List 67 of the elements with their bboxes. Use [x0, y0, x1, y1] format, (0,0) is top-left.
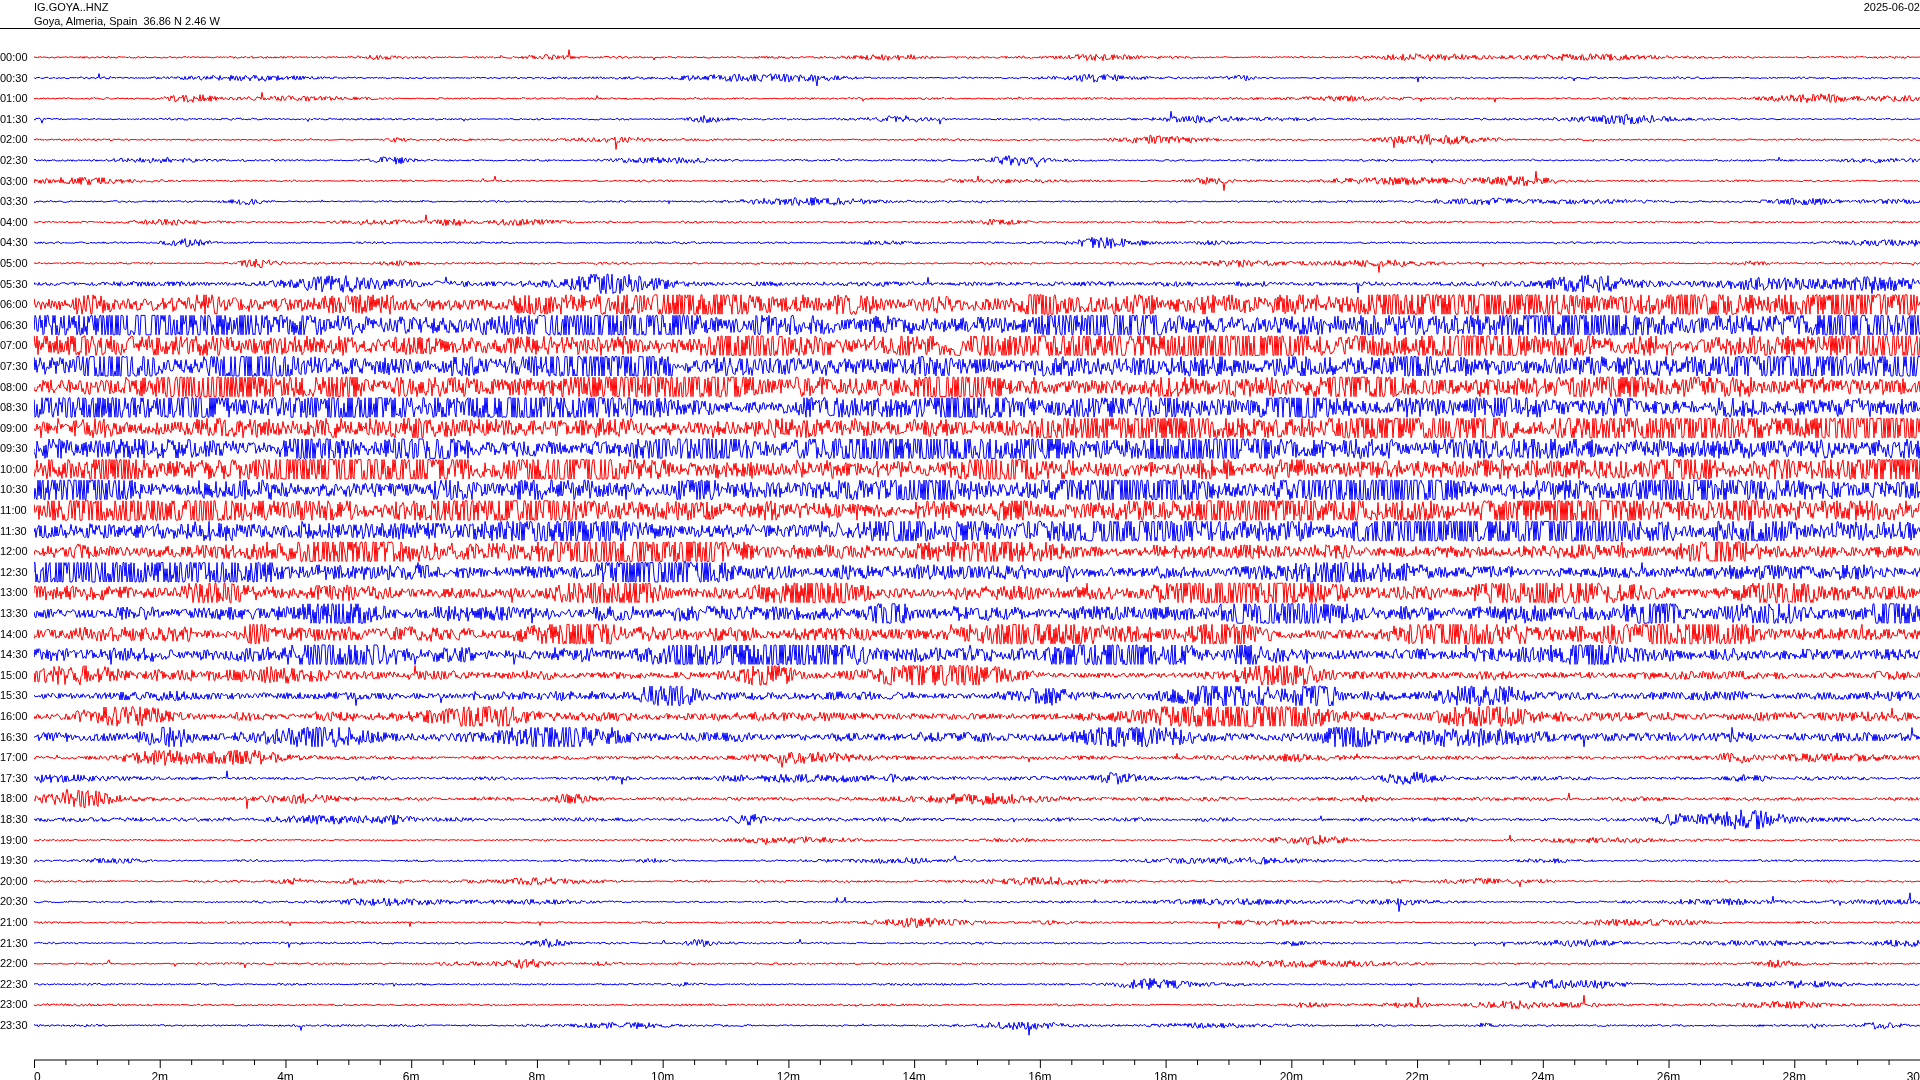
tick-label: 22m	[1405, 1069, 1429, 1080]
time-label: 01:30	[0, 111, 29, 127]
time-label: 17:30	[0, 770, 29, 786]
time-label: 04:30	[0, 235, 29, 251]
time-label: 16:30	[0, 729, 29, 745]
time-label: 05:00	[0, 255, 29, 271]
tick-label: 2m	[151, 1069, 169, 1080]
tick-label: 26m	[1656, 1069, 1681, 1080]
time-label: 09:00	[0, 420, 29, 436]
time-label: 13:30	[0, 606, 29, 622]
time-label: 21:30	[0, 935, 29, 951]
tick-label: 6m	[402, 1069, 420, 1080]
time-label: 16:00	[0, 709, 29, 724]
time-label: 20:00	[0, 873, 29, 889]
time-label: 21:00	[0, 914, 29, 930]
time-label: 11:00	[0, 503, 28, 519]
time-label: 17:00	[0, 750, 29, 766]
time-label: 10:00	[0, 461, 29, 477]
tick-label: 8m	[528, 1069, 546, 1080]
time-label: 10:30	[0, 482, 29, 498]
tick-label: 14m	[902, 1069, 926, 1080]
time-label: 02:30	[0, 152, 29, 168]
tick-label: 4m	[277, 1069, 294, 1080]
time-label: 04:00	[0, 214, 29, 230]
time-label: 09:30	[0, 441, 29, 457]
tick-label: 16m	[1028, 1069, 1052, 1080]
time-label: 12:30	[0, 564, 29, 580]
time-label: 08:30	[0, 400, 29, 416]
tick-label: 20m	[1279, 1069, 1303, 1080]
tick-label: 30	[1906, 1069, 1920, 1080]
time-label: 07:00	[0, 338, 29, 354]
time-label: 18:30	[0, 811, 29, 827]
tick-label: 10m	[651, 1069, 675, 1080]
station-id: IG.GOYA..HNZ	[34, 0, 110, 14]
time-label: 22:30	[0, 976, 29, 992]
tick-label: 18m	[1153, 1069, 1178, 1080]
time-label: 08:00	[0, 379, 29, 395]
tick-label: 0	[34, 1069, 41, 1080]
time-label: 14:00	[0, 626, 29, 642]
time-label: 19:00	[0, 832, 29, 848]
time-label: 15:00	[0, 667, 29, 683]
time-label: 03:00	[0, 173, 29, 189]
time-label: 06:30	[0, 317, 29, 333]
time-label: 23:30	[0, 1017, 29, 1033]
time-label: 01:00	[0, 91, 29, 107]
time-label: 22:00	[0, 956, 29, 972]
time-label: 12:00	[0, 544, 29, 560]
time-label: 07:30	[0, 358, 29, 374]
time-label: 15:30	[0, 688, 29, 704]
time-label: 20:30	[0, 894, 29, 910]
tick-label: 28m	[1782, 1069, 1806, 1080]
tick-label: 24m	[1531, 1069, 1555, 1080]
date-label: 2025-06-02	[1863, 0, 1920, 14]
time-label: 14:30	[0, 647, 29, 663]
time-label: 23:00	[0, 997, 29, 1013]
tick-label: 12m	[776, 1069, 801, 1080]
time-label: 11:30	[0, 523, 28, 539]
time-label: 19:30	[0, 853, 29, 869]
time-label: 00:00	[0, 50, 29, 65]
time-label: 18:00	[0, 791, 29, 807]
station-location: Goya, Almeria, Spain 36.86 N 2.46 W	[34, 14, 220, 28]
time-label: 05:30	[0, 276, 29, 292]
time-label: 03:30	[0, 194, 29, 210]
time-label: 00:30	[0, 70, 29, 86]
time-label: 06:00	[0, 297, 29, 313]
time-label: 13:00	[0, 585, 29, 601]
time-label: 02:00	[0, 132, 29, 148]
